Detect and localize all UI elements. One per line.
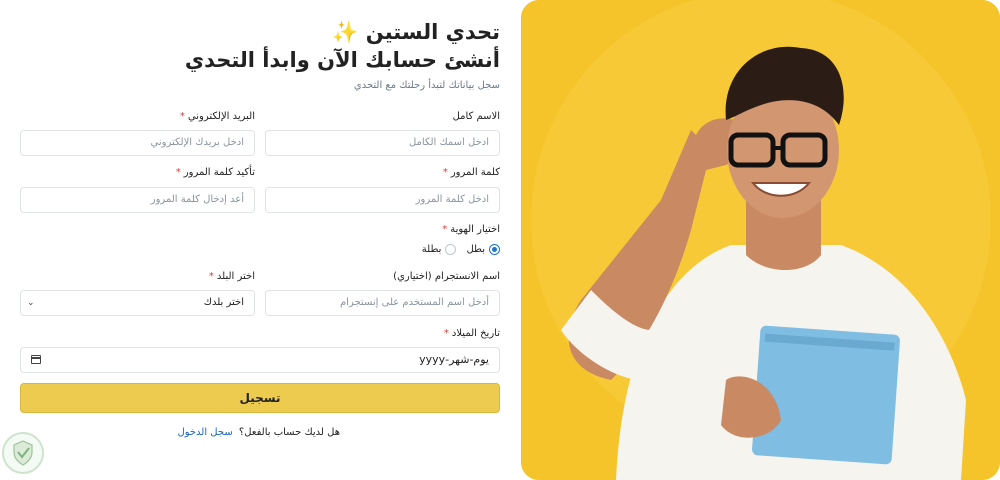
hero-photo [521, 0, 1000, 480]
instagram-label: اسم الانستجرام (اختياري) [393, 271, 500, 282]
identity-radio-group: بطل بطلة [412, 244, 500, 255]
login-prompt-text: هل لديك حساب بالفعل؟ [238, 427, 340, 438]
login-link[interactable]: سجل الدخول [177, 427, 232, 438]
calendar-icon[interactable] [31, 355, 41, 364]
confirm-password-input[interactable]: أعد إدخال كلمة المرور [20, 187, 255, 213]
instagram-input[interactable]: أدخل اسم المستخدم على إنستجرام [265, 290, 500, 316]
email-label: البريد الإلكتروني* [179, 111, 255, 122]
title-text: تحدي الستين [365, 20, 500, 44]
country-select[interactable]: اختر بلدك ⌄ [20, 290, 255, 316]
identity-label: اختيار الهوية* [442, 224, 500, 235]
identity-option-hero[interactable]: بطل [466, 244, 500, 255]
chevron-down-icon: ⌄ [27, 298, 35, 308]
birthdate-value: يوم-شهر-yyyy [419, 353, 489, 366]
email-input[interactable]: ادخل بريدك الإلكتروني [20, 130, 255, 156]
page-headline: أنشئ حسابك الآن وابدأ التحدي [184, 48, 500, 72]
page-title: تحدي الستين ✨ [332, 20, 500, 45]
required-marker: * [443, 328, 449, 339]
required-marker: * [208, 271, 214, 282]
radio-button-checked[interactable] [489, 244, 500, 255]
identity-option-heroine[interactable]: بطلة [422, 244, 457, 255]
birthdate-label: تاريخ الميلاد* [443, 328, 500, 339]
required-marker: * [175, 167, 181, 178]
student-illustration [521, 0, 1000, 480]
required-marker: * [442, 167, 448, 178]
radio-button[interactable] [445, 244, 457, 255]
password-input[interactable]: ادخل كلمة المرور [265, 187, 500, 213]
shield-logo-icon [2, 432, 44, 474]
page-subtitle: سجل بياناتك لتبدأ رحلتك مع التحدي [353, 80, 500, 91]
sparkle-icon: ✨ [332, 20, 359, 44]
registration-form: تحدي الستين ✨ أنشئ حسابك الآن وابدأ التح… [20, 0, 500, 480]
required-marker: * [179, 111, 185, 122]
full-name-label: الاسم كامل [452, 111, 500, 122]
country-select-value: اختر بلدك [203, 297, 244, 308]
register-button[interactable]: تسجيل [20, 383, 500, 413]
confirm-password-label: تأكيد كلمة المرور* [175, 167, 255, 178]
birthdate-input[interactable]: يوم-شهر-yyyy [20, 347, 500, 373]
full-name-input[interactable]: ادخل اسمك الكامل [265, 130, 500, 156]
password-label: كلمة المرور* [442, 167, 500, 178]
required-marker: * [442, 224, 448, 235]
login-prompt-row: هل لديك حساب بالفعل؟ سجل الدخول [177, 427, 340, 438]
country-label: اختر البلد* [208, 271, 255, 282]
